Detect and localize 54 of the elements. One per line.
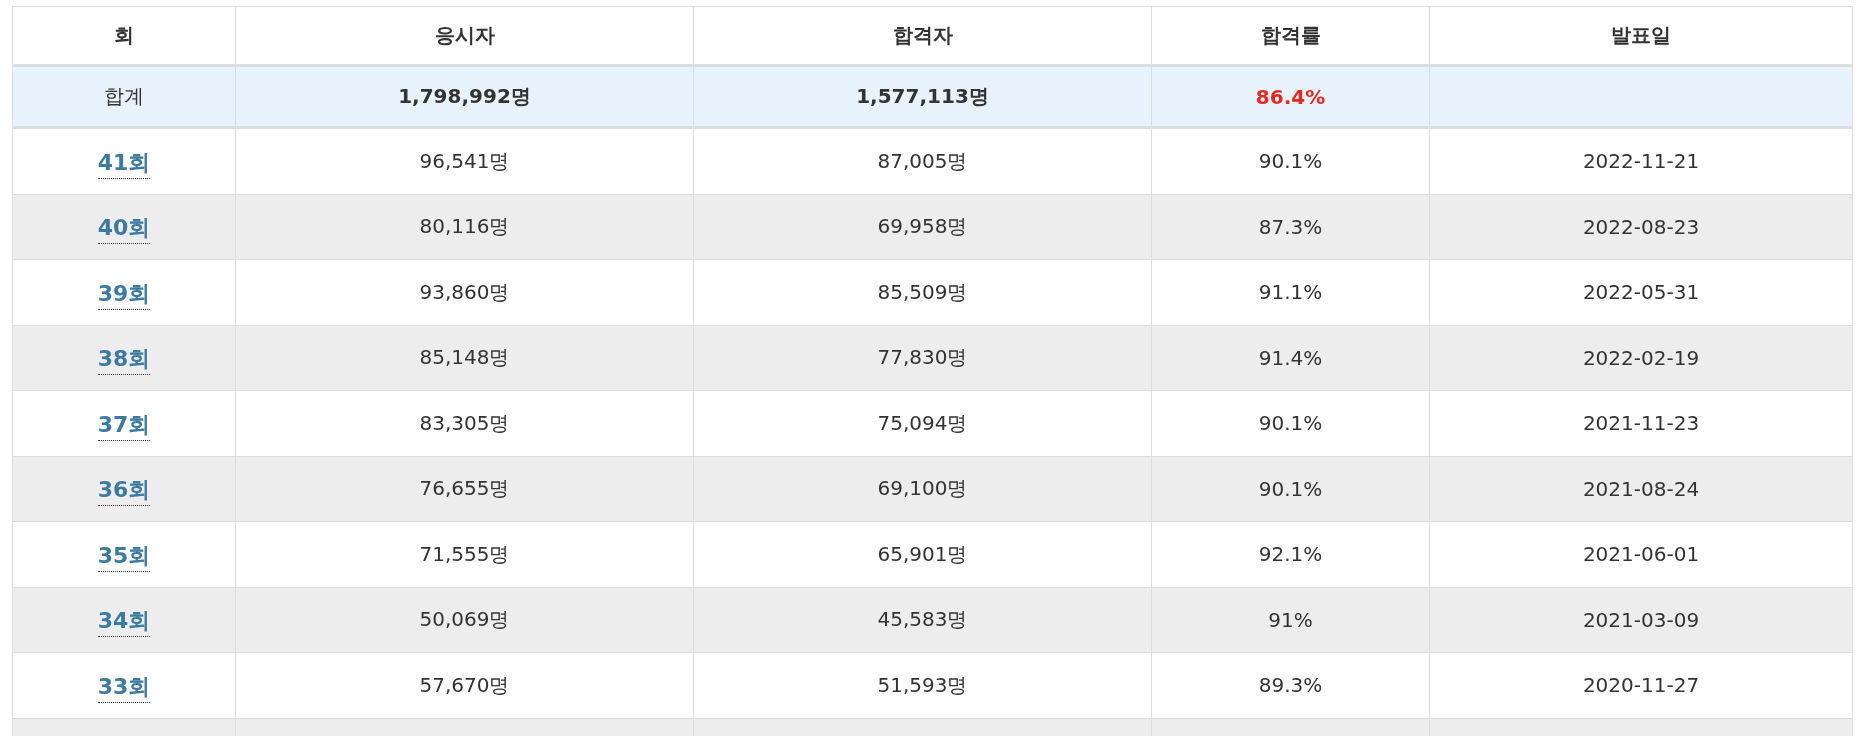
table-cell-text: 2022-08-23 xyxy=(1581,213,1701,241)
table-cell: 77,830명 xyxy=(694,325,1152,390)
round-link[interactable]: 36회 xyxy=(97,471,151,507)
table-cell: 90.1% xyxy=(1152,129,1430,194)
round-link[interactable]: 39회 xyxy=(97,274,151,310)
column-header: 회 xyxy=(13,7,236,64)
table-cell: 92.1% xyxy=(1152,522,1430,587)
table-cell: 57,670명 xyxy=(236,653,694,718)
column-header: 합격자 xyxy=(694,7,1152,64)
table-cell: 83,305명 xyxy=(236,391,694,456)
table-cell-text: 2022-05-31 xyxy=(1581,279,1701,307)
table-cell: 75,094명 xyxy=(694,391,1152,456)
table-cell: 69,100명 xyxy=(694,456,1152,521)
table-cell: 50,069명 xyxy=(236,587,694,652)
table-cell-text: 2021-03-09 xyxy=(1581,606,1701,634)
table-cell: 91.1% xyxy=(1152,260,1430,325)
table-cell: 51,593명 xyxy=(694,653,1152,718)
table-cell: 93,860명 xyxy=(236,260,694,325)
table-cell: 91% xyxy=(1152,587,1430,652)
table-cell: 45,583명 xyxy=(694,587,1152,652)
table-cell: 1,798,992명 xyxy=(236,67,694,126)
table-cell: 85,148명 xyxy=(236,325,694,390)
column-header: 응시자 xyxy=(236,7,694,64)
table-cell: 69,958명 xyxy=(694,194,1152,259)
table-cell: 87.3% xyxy=(1152,194,1430,259)
table-cell-text: 2021-11-23 xyxy=(1581,410,1701,438)
table-cell: 90.1% xyxy=(1152,456,1430,521)
round-link[interactable]: 38회 xyxy=(97,340,151,376)
table-cell: 96,541명 xyxy=(236,129,694,194)
table-cell: 86.4% xyxy=(1152,67,1430,126)
table-cell: 1,577,113명 xyxy=(694,67,1152,126)
round-link[interactable]: 34회 xyxy=(97,602,151,638)
table-cell: 90.1% xyxy=(1152,391,1430,456)
column-header: 발표일 xyxy=(1610,22,1672,49)
round-link[interactable]: 33회 xyxy=(97,667,151,703)
table-cell: 85,509명 xyxy=(694,260,1152,325)
table-cell: 80,116명 xyxy=(236,194,694,259)
column-header: 합격률 xyxy=(1152,7,1430,64)
round-link[interactable]: 41회 xyxy=(97,143,151,179)
table-cell-text: 2020-11-27 xyxy=(1581,672,1701,700)
table-cell: 합계 xyxy=(13,67,236,126)
table-cell: 89.3% xyxy=(1152,653,1430,718)
round-link[interactable]: 37회 xyxy=(97,405,151,441)
table-cell: 65,901명 xyxy=(694,522,1152,587)
table-cell: 87,005명 xyxy=(694,129,1152,194)
table-cell-text: 2022-11-21 xyxy=(1581,148,1701,176)
table-cell-text: 2021-08-24 xyxy=(1581,475,1701,503)
table-cell: 76,655명 xyxy=(236,456,694,521)
table-cell: 71,555명 xyxy=(236,522,694,587)
table-cell-text: 2022-02-19 xyxy=(1581,344,1701,372)
table-cell-text: 2021-06-01 xyxy=(1581,541,1701,569)
round-link[interactable]: 35회 xyxy=(97,536,151,572)
round-link[interactable]: 40회 xyxy=(97,209,151,245)
table-cell: 91.4% xyxy=(1152,325,1430,390)
